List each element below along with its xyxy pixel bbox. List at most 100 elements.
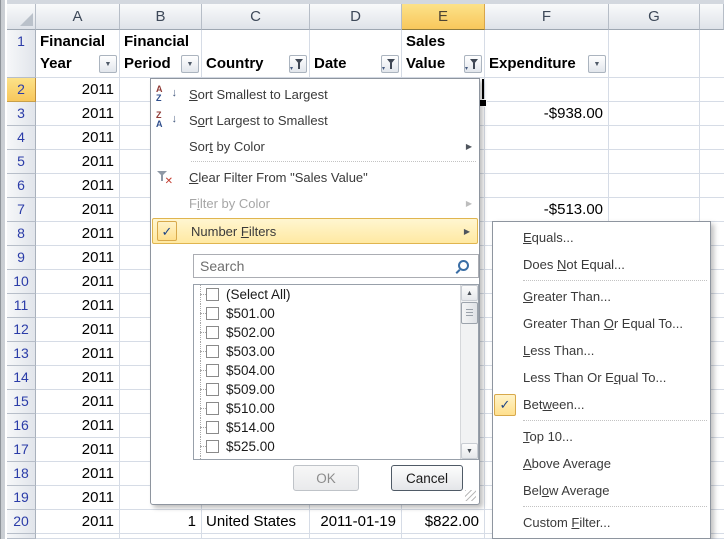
cell-G7[interactable] bbox=[609, 198, 700, 222]
filter-button-expenditure[interactable]: ▼ bbox=[588, 55, 606, 73]
cell-A18[interactable]: 2011 bbox=[36, 462, 120, 486]
filter-value-503-00[interactable]: $503.00 bbox=[194, 342, 478, 361]
row-header-14[interactable]: 14 bbox=[7, 366, 36, 390]
row-header-13[interactable]: 13 bbox=[7, 342, 36, 366]
cell-F1[interactable]: Expenditure ▼ bbox=[485, 30, 609, 78]
row-header-12[interactable]: 12 bbox=[7, 318, 36, 342]
cell-F2[interactable] bbox=[485, 78, 609, 102]
select-all-corner[interactable] bbox=[7, 4, 36, 30]
filter-button-country[interactable]: ▾ bbox=[289, 55, 307, 73]
checkbox-icon[interactable] bbox=[206, 288, 219, 301]
cell-H6[interactable] bbox=[700, 174, 724, 198]
row-header-1[interactable]: 1 bbox=[7, 30, 36, 78]
filter-value-509-00[interactable]: $509.00 bbox=[194, 380, 478, 399]
row-header-19[interactable]: 19 bbox=[7, 486, 36, 510]
cell-E[interactable] bbox=[402, 534, 485, 539]
cell-B1[interactable]: FinancialPeriod ▼ bbox=[120, 30, 202, 78]
menu-item-below-average[interactable]: Below Average bbox=[493, 477, 710, 504]
cell-H2[interactable] bbox=[700, 78, 724, 102]
row-header-5[interactable]: 5 bbox=[7, 150, 36, 174]
cell-A1[interactable]: FinancialYear ▼ bbox=[36, 30, 120, 78]
cell-B[interactable] bbox=[120, 534, 202, 539]
cell-A13[interactable]: 2011 bbox=[36, 342, 120, 366]
row-header-16[interactable]: 16 bbox=[7, 414, 36, 438]
menu-item-sort-smallest-to-largest[interactable]: AZ↓Sort Smallest to Largest bbox=[151, 81, 479, 107]
cell-F5[interactable] bbox=[485, 150, 609, 174]
cell-H4[interactable] bbox=[700, 126, 724, 150]
menu-item-top-10[interactable]: Top 10... bbox=[493, 423, 710, 450]
col-header-B[interactable]: B bbox=[120, 4, 202, 30]
menu-item-sort-by-color[interactable]: Sort by Color▶ bbox=[151, 133, 479, 159]
row-header-partial[interactable] bbox=[7, 534, 36, 539]
menu-item-number-filters[interactable]: ✓Number Filters▶ bbox=[152, 218, 478, 244]
cell-G1[interactable] bbox=[609, 30, 700, 78]
filter-button-financial-period[interactable]: ▼ bbox=[181, 55, 199, 73]
checkbox-icon[interactable] bbox=[206, 440, 219, 453]
scrollbar[interactable]: ▲ ▼ bbox=[460, 285, 478, 459]
col-header-A[interactable]: A bbox=[36, 4, 120, 30]
menu-item-less-than[interactable]: Less Than... bbox=[493, 337, 710, 364]
cell-G5[interactable] bbox=[609, 150, 700, 174]
cell-G4[interactable] bbox=[609, 126, 700, 150]
filter-value-510-00[interactable]: $510.00 bbox=[194, 399, 478, 418]
cell-A20[interactable]: 2011 bbox=[36, 510, 120, 534]
cell-A6[interactable]: 2011 bbox=[36, 174, 120, 198]
row-header-4[interactable]: 4 bbox=[7, 126, 36, 150]
cell-A[interactable] bbox=[36, 534, 120, 539]
cell-A7[interactable]: 2011 bbox=[36, 198, 120, 222]
col-header-G[interactable]: G bbox=[609, 4, 700, 30]
cell-A14[interactable]: 2011 bbox=[36, 366, 120, 390]
cell-E1[interactable]: SalesValue ▾ bbox=[402, 30, 485, 78]
filter-value-502-00[interactable]: $502.00 bbox=[194, 323, 478, 342]
col-header-F[interactable]: F bbox=[485, 4, 609, 30]
cell-A4[interactable]: 2011 bbox=[36, 126, 120, 150]
row-header-6[interactable]: 6 bbox=[7, 174, 36, 198]
menu-item-sort-largest-to-smallest[interactable]: ZA↓Sort Largest to Smallest bbox=[151, 107, 479, 133]
scrollbar-down-button[interactable]: ▼ bbox=[461, 443, 478, 459]
menu-item-above-average[interactable]: Above Average bbox=[493, 450, 710, 477]
filter-value-501-00[interactable]: $501.00 bbox=[194, 304, 478, 323]
cell-C20[interactable]: United States bbox=[202, 510, 310, 534]
cell-C[interactable] bbox=[202, 534, 310, 539]
checkbox-icon[interactable] bbox=[206, 307, 219, 320]
checkbox-icon[interactable] bbox=[206, 383, 219, 396]
row-header-20[interactable]: 20 bbox=[7, 510, 36, 534]
menu-item-less-than-or-equal-to[interactable]: Less Than Or Equal To... bbox=[493, 364, 710, 391]
scrollbar-up-button[interactable]: ▲ bbox=[461, 285, 478, 301]
cell-A11[interactable]: 2011 bbox=[36, 294, 120, 318]
cell-A19[interactable]: 2011 bbox=[36, 486, 120, 510]
cell-A16[interactable]: 2011 bbox=[36, 414, 120, 438]
filter-button-financial-year[interactable]: ▼ bbox=[99, 55, 117, 73]
filter-value-select-all[interactable]: (Select All) bbox=[194, 285, 478, 304]
cell-A5[interactable]: 2011 bbox=[36, 150, 120, 174]
cell-H3[interactable] bbox=[700, 102, 724, 126]
cell-F4[interactable] bbox=[485, 126, 609, 150]
ok-button[interactable]: OK bbox=[293, 465, 359, 491]
cell-H5[interactable] bbox=[700, 150, 724, 174]
selection-fill-handle[interactable] bbox=[479, 99, 487, 107]
cell-C1[interactable]: Country ▾ bbox=[202, 30, 310, 78]
checkbox-icon[interactable] bbox=[206, 364, 219, 377]
menu-item-custom-filter[interactable]: Custom Filter... bbox=[493, 509, 710, 536]
cell-G6[interactable] bbox=[609, 174, 700, 198]
cell-D20[interactable]: 2011-01-19 bbox=[310, 510, 402, 534]
filter-value-525-00[interactable]: $525.00 bbox=[194, 437, 478, 456]
cell-B20[interactable]: 1 bbox=[120, 510, 202, 534]
cell-A2[interactable]: 2011 bbox=[36, 78, 120, 102]
cell-F6[interactable] bbox=[485, 174, 609, 198]
cell-F7[interactable]: -$513.00 bbox=[485, 198, 609, 222]
filter-value-514-00[interactable]: $514.00 bbox=[194, 418, 478, 437]
row-header-18[interactable]: 18 bbox=[7, 462, 36, 486]
filter-value-504-00[interactable]: $504.00 bbox=[194, 361, 478, 380]
cell-H7[interactable] bbox=[700, 198, 724, 222]
menu-item-does-not-equal[interactable]: Does Not Equal... bbox=[493, 251, 710, 278]
menu-item-filter-by-color[interactable]: Filter by Color▶ bbox=[151, 190, 479, 216]
cell-D[interactable] bbox=[310, 534, 402, 539]
filter-button-sales-value[interactable]: ▾ bbox=[464, 55, 482, 73]
scrollbar-thumb[interactable] bbox=[461, 302, 478, 324]
col-header-D[interactable]: D bbox=[310, 4, 402, 30]
row-header-7[interactable]: 7 bbox=[7, 198, 36, 222]
filter-button-date[interactable]: ▾ bbox=[381, 55, 399, 73]
search-input[interactable] bbox=[194, 255, 478, 277]
menu-item-equals[interactable]: Equals... bbox=[493, 224, 710, 251]
